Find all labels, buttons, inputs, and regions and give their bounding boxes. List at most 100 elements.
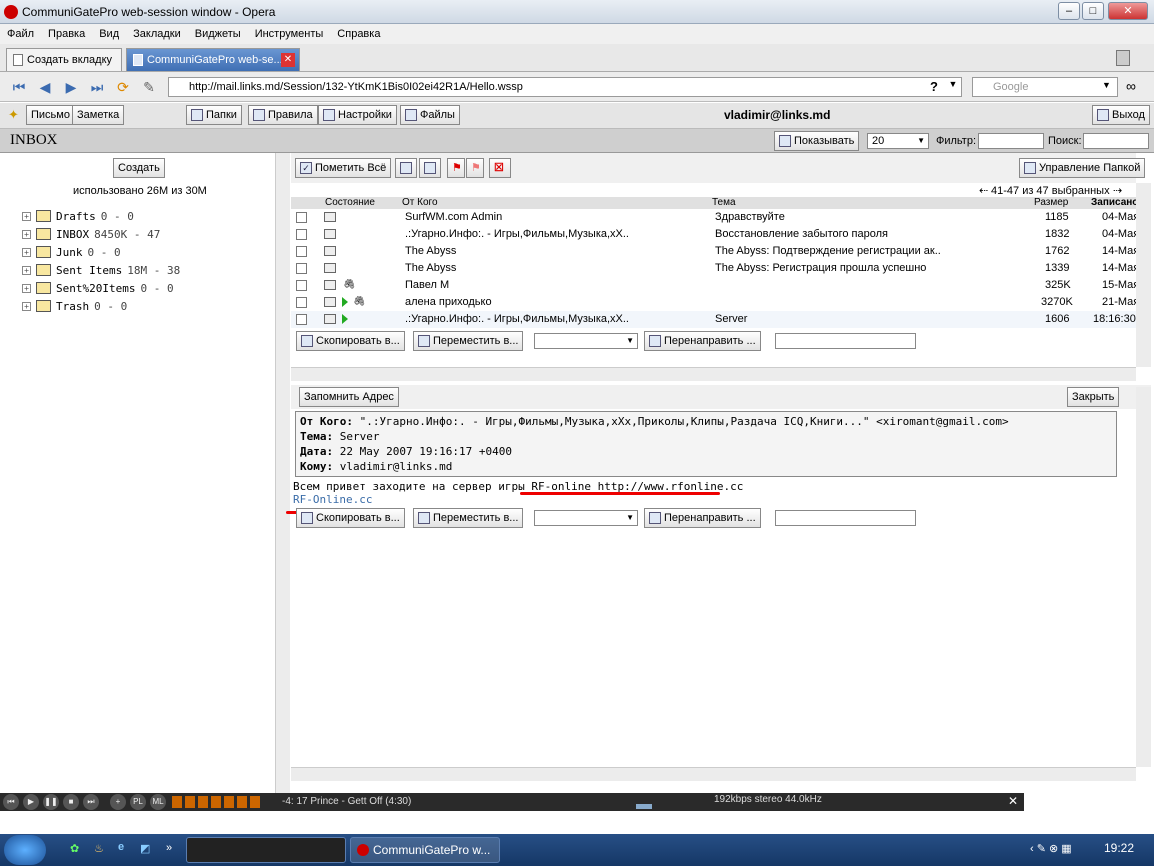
folder-junk[interactable]: + Junk 0 - 0 (22, 244, 121, 260)
chevron-down-icon[interactable]: ▼ (946, 79, 960, 95)
page-size-select[interactable]: 20 ▼ (867, 133, 929, 149)
copy-to-button[interactable]: Скопировать в... (296, 331, 405, 351)
logout-button[interactable]: Выход (1092, 105, 1150, 125)
quicklaunch-icon[interactable]: ✿ (70, 842, 79, 855)
menu-bookmarks[interactable]: Закладки (126, 28, 188, 40)
list-hscrollbar[interactable] (291, 367, 1136, 381)
folder-drafts[interactable]: + Drafts 0 - 0 (22, 208, 134, 224)
forward-address-input[interactable] (775, 510, 916, 526)
menu-tools[interactable]: Инструменты (248, 28, 331, 40)
settings-button[interactable]: Настройки (318, 105, 397, 125)
volume-bars[interactable] (172, 796, 262, 808)
playlist-icon[interactable]: PL (130, 794, 146, 810)
list-scrollbar[interactable] (1136, 183, 1151, 367)
add-icon[interactable]: + (110, 794, 126, 810)
tray-icons[interactable]: ‹ ✎ ⊗ ▦ (1030, 842, 1072, 855)
table-row[interactable]: SurfWM.com Admin Здравствуйте 1185 04-Мая (291, 209, 1136, 226)
start-button[interactable] (4, 835, 46, 865)
binoculars-icon[interactable]: ∞ (1126, 78, 1136, 94)
close-player-icon[interactable]: ✕ (1008, 794, 1018, 808)
mark-all-button[interactable]: ✓ Пометить Всё (295, 158, 392, 178)
show-button[interactable]: Показывать (774, 131, 860, 151)
row-checkbox[interactable] (296, 280, 307, 291)
expand-icon[interactable]: + (22, 283, 31, 293)
col-subject[interactable]: Тема (712, 197, 736, 208)
files-button[interactable]: Файлы (400, 105, 460, 125)
note-button[interactable]: Заметка (72, 105, 125, 125)
reload-icon[interactable]: ⟳ (114, 78, 132, 96)
back-icon[interactable]: ◀ (36, 78, 54, 96)
col-from[interactable]: От Кого (402, 197, 438, 208)
menu-widgets[interactable]: Виджеты (188, 28, 248, 40)
play-icon[interactable]: ▶ (23, 794, 39, 810)
edit-icon[interactable]: ✎ (140, 78, 158, 96)
row-checkbox[interactable] (296, 297, 307, 308)
rewind-icon[interactable]: ⏮ (10, 78, 28, 96)
mark-unread-button[interactable] (419, 158, 441, 178)
minimize-button[interactable]: – (1058, 2, 1080, 20)
folders-button[interactable]: Папки (186, 105, 242, 125)
col-size[interactable]: Размер (1034, 197, 1068, 208)
close-tab-icon[interactable]: ✕ (281, 53, 295, 67)
copy-to-button[interactable]: Скопировать в... (296, 508, 405, 528)
table-row[interactable]: .:Угарно.Инфо:. - Игры,Фильмы,Музыка,хХ.… (291, 226, 1136, 243)
move-to-button[interactable]: Переместить в... (413, 331, 524, 351)
row-checkbox[interactable] (296, 314, 307, 325)
letter-button[interactable]: Письмо (26, 105, 75, 125)
table-row[interactable]: .:Угарно.Инфо:. - Игры,Фильмы,Музыка,хХ.… (291, 311, 1136, 328)
close-window-button[interactable]: ✕ (1108, 2, 1148, 20)
search-input[interactable]: Google (972, 77, 1118, 97)
task-communigate[interactable]: CommuniGatePro w... (350, 837, 500, 863)
table-row[interactable]: 🖇 алена приходько 3270K 21-Мая (291, 294, 1136, 311)
tab-communigate[interactable]: CommuniGatePro web-se... ✕ (126, 48, 300, 71)
expand-icon[interactable]: + (22, 265, 31, 275)
delete-button[interactable]: ☒ (489, 158, 511, 178)
forward-address-input[interactable] (775, 333, 916, 349)
pause-icon[interactable]: ❚❚ (43, 794, 59, 810)
chevron-down-icon[interactable]: ▼ (1102, 80, 1111, 90)
help-icon[interactable]: ? (926, 79, 942, 95)
new-tab-button[interactable]: Создать вкладку (6, 48, 122, 71)
search-field[interactable] (1083, 133, 1149, 149)
prev-track-icon[interactable]: ⏮ (3, 794, 19, 810)
create-folder-button[interactable]: Создать (113, 158, 165, 178)
stop-icon[interactable]: ■ (63, 794, 79, 810)
target-folder-select[interactable]: ▼ (534, 510, 638, 526)
forward-icon[interactable]: ▶ (62, 78, 80, 96)
filter-input[interactable] (978, 133, 1044, 149)
next-page-icon[interactable]: ⇢ (1113, 184, 1122, 197)
mark-read-button[interactable] (395, 158, 417, 178)
table-row[interactable]: The Abyss The Abyss: Регистрация прошла у… (291, 260, 1136, 277)
target-folder-select[interactable]: ▼ (534, 333, 638, 349)
remember-address-button[interactable]: Запомнить Адрес (299, 387, 399, 407)
folder-trash[interactable]: + Trash 0 - 0 (22, 298, 127, 314)
manage-folder-button[interactable]: Управление Папкой (1019, 158, 1146, 178)
table-row[interactable]: The Abyss The Abyss: Подтверждение регист… (291, 243, 1136, 260)
expand-icon[interactable]: + (22, 247, 31, 257)
quicklaunch-icon[interactable]: ♨ (94, 842, 104, 855)
unflag-button[interactable]: ⚑ (466, 158, 484, 178)
row-checkbox[interactable] (296, 246, 307, 257)
seek-slider[interactable] (636, 804, 652, 809)
col-recorded[interactable]: Записано (1091, 197, 1138, 208)
menu-help[interactable]: Справка (330, 28, 387, 40)
row-checkbox[interactable] (296, 229, 307, 240)
forward-button[interactable]: Перенаправить ... (644, 508, 761, 528)
table-row[interactable]: 🖇 Павел М 325K 15-Мая (291, 277, 1136, 294)
menu-edit[interactable]: Правка (41, 28, 92, 40)
next-track-icon[interactable]: ⏭ (83, 794, 99, 810)
row-checkbox[interactable] (296, 212, 307, 223)
forward-button[interactable]: Перенаправить ... (644, 331, 761, 351)
expand-icon[interactable]: + (22, 301, 31, 311)
col-status[interactable]: Состояние (325, 197, 375, 208)
maximize-button[interactable]: □ (1082, 2, 1104, 20)
trash-icon[interactable] (1116, 50, 1130, 66)
media-library-icon[interactable]: ML (150, 794, 166, 810)
flag-button[interactable]: ⚑ (447, 158, 465, 178)
menu-file[interactable]: Файл (0, 28, 41, 40)
quicklaunch-icon[interactable]: ◩ (140, 842, 150, 855)
expand-icon[interactable]: + (22, 229, 31, 239)
close-message-button[interactable]: Закрыть (1067, 387, 1120, 407)
ie-icon[interactable]: e (118, 841, 124, 853)
more-icon[interactable]: » (166, 842, 172, 854)
